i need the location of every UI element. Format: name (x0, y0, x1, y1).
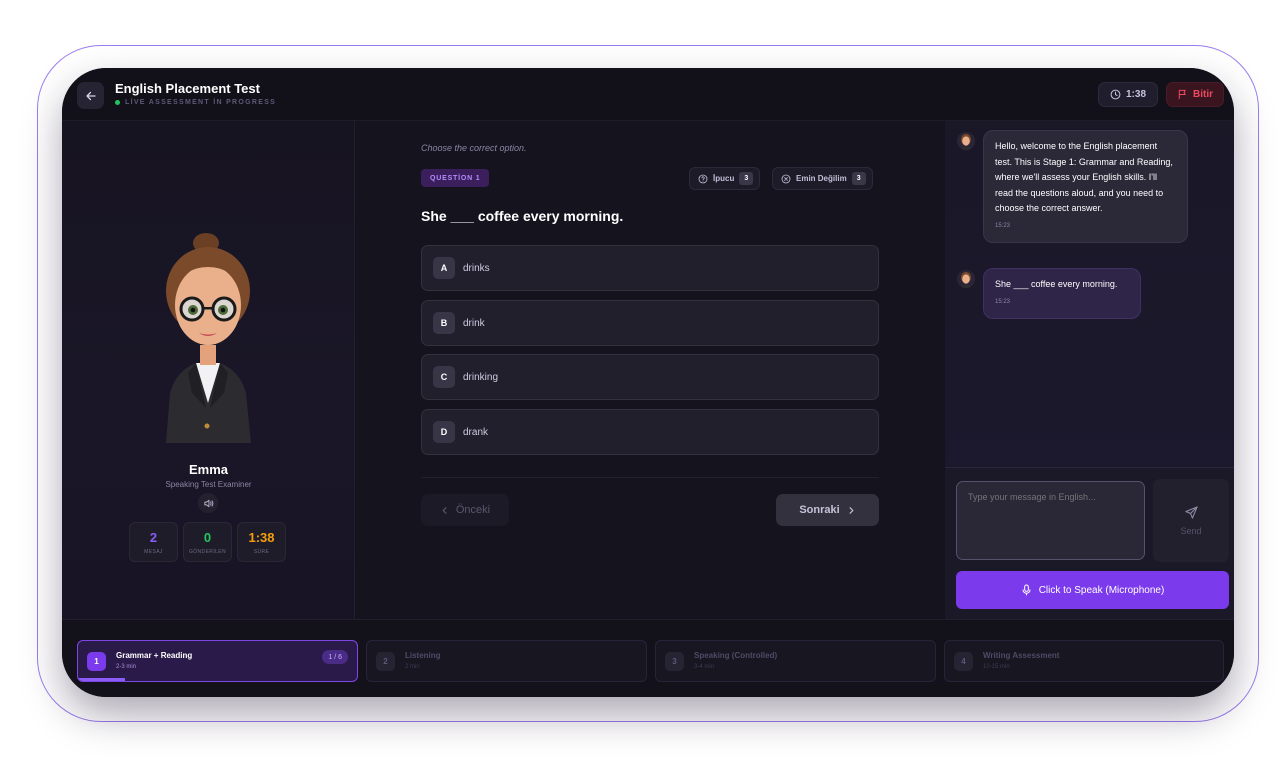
option-b[interactable]: B drink (421, 300, 879, 346)
stage-title: Writing Assessment (983, 651, 1060, 660)
live-status: LİVE ASSESSMENT İN PROGRESS (115, 99, 276, 106)
stat-time: 1:38 SÜRE (237, 522, 286, 562)
unsure-button[interactable]: Emin Değilim 3 (772, 167, 873, 190)
stage-1[interactable]: 1 Grammar + Reading 2-3 min 1 / 6 (77, 640, 358, 682)
send-button[interactable]: Send (1153, 479, 1229, 562)
speak-button[interactable]: Click to Speak (Microphone) (956, 571, 1229, 609)
stat-sent: 0 GÖNDERİLEN (183, 522, 232, 562)
stage-title: Speaking (Controlled) (694, 651, 778, 660)
stage-duration: 3-4 min (694, 664, 715, 670)
chevron-left-icon (442, 506, 447, 514)
quiz-instruction: Choose the correct option. (421, 143, 527, 153)
speak-label: Click to Speak (Microphone) (1038, 584, 1165, 596)
stat-time-value: 1:38 (248, 530, 275, 545)
option-text: drank (463, 426, 489, 438)
flag-icon (1178, 89, 1186, 100)
examiner-name: Emma (188, 462, 229, 477)
examiner-chat-avatar (957, 132, 975, 150)
arrow-left-icon (85, 91, 96, 100)
finish-label: Bitir (1193, 89, 1213, 100)
hint-count: 3 (739, 172, 754, 185)
option-key: C (433, 366, 455, 388)
stat-sent-label: GÖNDERİLEN (188, 549, 227, 555)
send-icon (1184, 506, 1198, 519)
help-circle-icon (698, 174, 708, 183)
x-circle-icon (781, 174, 791, 183)
stage-number: 2 (376, 652, 395, 671)
send-label: Send (1180, 526, 1202, 536)
stat-sent-value: 0 (203, 530, 212, 545)
stage-number: 1 (87, 652, 106, 671)
stage-duration: 2 min (405, 664, 420, 670)
question-badge: QUESTİON 1 (421, 169, 490, 187)
stage-title: Grammar + Reading (116, 651, 193, 660)
live-dot-icon (115, 100, 120, 105)
stage-duration: 2-3 min (116, 664, 137, 670)
hint-label: İpucu (713, 174, 735, 183)
previous-button[interactable]: Önceki (421, 494, 509, 526)
timer-value: 1:38 (1125, 89, 1146, 100)
examiner-role: Speaking Test Examiner (165, 480, 252, 489)
option-text: drinks (463, 262, 490, 274)
chat-message: She ___ coffee every morning. 15:23 (983, 268, 1141, 319)
audio-toggle-button[interactable] (198, 493, 218, 513)
timer-display: 1:38 (1098, 82, 1158, 107)
option-a[interactable]: A drinks (421, 245, 879, 291)
stage-progress-bar (78, 678, 126, 681)
app-window: English Placement Test LİVE ASSESSMENT İ… (62, 68, 1234, 697)
divider (421, 477, 879, 478)
stat-messages-value: 2 (149, 530, 158, 545)
next-label: Sonraki (799, 504, 840, 516)
back-button[interactable] (77, 82, 104, 109)
option-text: drinking (463, 371, 499, 383)
unsure-label: Emin Değilim (796, 174, 847, 183)
chat-message: Hello, welcome to the English placement … (983, 130, 1188, 243)
option-d[interactable]: D drank (421, 409, 879, 455)
stage-number: 4 (954, 652, 973, 671)
message-input[interactable] (956, 481, 1145, 560)
stage-bar: 1 Grammar + Reading 2-3 min 1 / 6 2 List… (62, 619, 1234, 697)
previous-label: Önceki (455, 504, 491, 516)
option-key: B (433, 312, 455, 334)
next-button[interactable]: Sonraki (776, 494, 879, 526)
hint-button[interactable]: İpucu 3 (689, 167, 761, 190)
examiner-chat-avatar (957, 270, 975, 288)
finish-button[interactable]: Bitir (1166, 82, 1224, 107)
option-c[interactable]: C drinking (421, 354, 879, 400)
chat-panel: Hello, welcome to the English placement … (945, 121, 1234, 619)
chevron-right-icon (849, 506, 854, 514)
chat-composer: Send Click to Speak (Microphone) (945, 467, 1234, 619)
stat-messages: 2 MESAJ (129, 522, 178, 562)
stage-4[interactable]: 4 Writing Assessment 10-15 min (944, 640, 1224, 682)
stage-duration: 10-15 min (983, 664, 1010, 670)
live-status-label: LİVE ASSESSMENT İN PROGRESS (125, 99, 277, 106)
top-bar: English Placement Test LİVE ASSESSMENT İ… (62, 68, 1234, 121)
question-text: She ___ coffee every morning. (421, 208, 624, 224)
examiner-panel: Emma Speaking Test Examiner 2 MESAJ 0 GÖ… (62, 121, 355, 619)
option-text: drink (463, 317, 485, 329)
stage-3[interactable]: 3 Speaking (Controlled) 3-4 min (655, 640, 936, 682)
page-title: English Placement Test (115, 81, 260, 96)
stage-progress-badge: 1 / 6 (322, 650, 348, 664)
clock-icon (1110, 89, 1121, 100)
stat-time-label: SÜRE (253, 549, 270, 555)
speaker-icon (203, 499, 213, 507)
stage-title: Listening (405, 651, 441, 660)
quiz-panel: Choose the correct option. QUESTİON 1 İp… (356, 121, 944, 619)
chat-message-text: She ___ coffee every morning. (995, 279, 1118, 289)
examiner-avatar (148, 233, 268, 443)
option-key: D (433, 421, 455, 443)
stage-2[interactable]: 2 Listening 2 min (366, 640, 647, 682)
chat-message-text: Hello, welcome to the English placement … (995, 141, 1173, 213)
option-key: A (433, 257, 455, 279)
chat-message-time: 15:23 (995, 298, 1011, 305)
stat-messages-label: MESAJ (144, 549, 163, 555)
stage-number: 3 (665, 652, 684, 671)
microphone-icon (1022, 584, 1031, 596)
chat-message-time: 15:23 (995, 222, 1011, 229)
unsure-count: 3 (851, 172, 866, 185)
